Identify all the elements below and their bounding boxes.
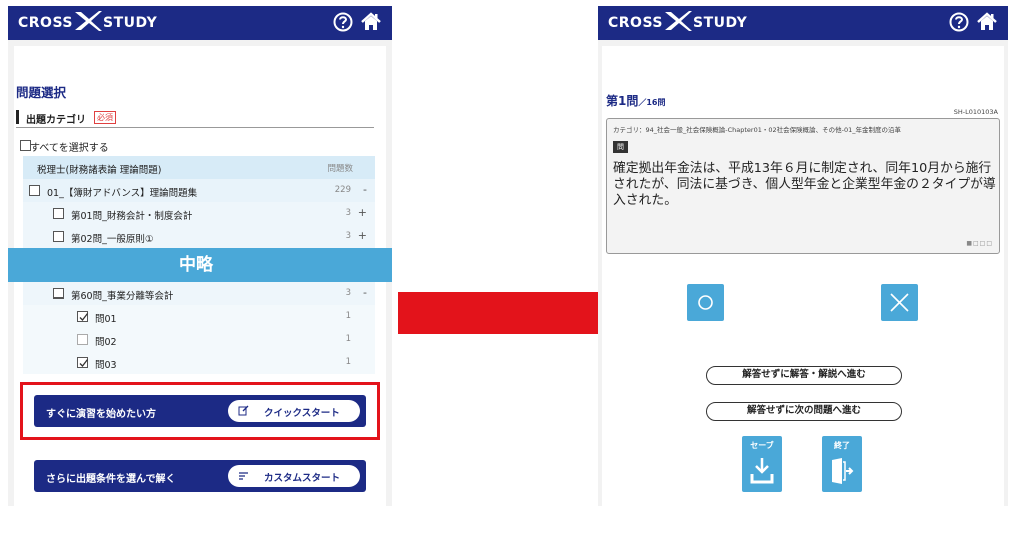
app-header: CROSS STUDY <box>8 6 392 40</box>
question-total: ／16問 <box>638 98 666 107</box>
row-label: 第60問_事業分離等会計 <box>71 291 174 302</box>
custom-start-text: さらに出題条件を選んで解く <box>46 474 176 485</box>
question-text: 確定拠出年金法は、平成13年６月に制定され、同年10月から施行されたが、同法に基… <box>613 161 996 208</box>
row-count: 1 <box>345 357 351 367</box>
logo-x-icon <box>665 11 692 31</box>
tree-header-name: 税理士(財務諸表論 理論問題) <box>37 165 162 176</box>
tree-header-count: 問題数 <box>327 164 353 174</box>
custom-start-button[interactable]: カスタムスタート <box>228 465 360 487</box>
answer-false-button[interactable] <box>881 284 918 321</box>
row-count: 1 <box>345 334 351 344</box>
row-label: 第02問_一般原則① <box>71 234 154 245</box>
custom-start-row: さらに出題条件を選んで解く カスタムスタート <box>34 460 366 492</box>
row-label: 第01問_財務会計・制度会計 <box>71 211 193 222</box>
logo-text-right: STUDY <box>693 15 748 31</box>
exit-button[interactable]: 終了 <box>822 436 862 492</box>
question-id: SH-L010103A <box>953 108 998 116</box>
skip-to-answer-button[interactable]: 解答せずに解答・解説へ進む <box>706 366 902 385</box>
row-toggle[interactable]: + <box>358 229 367 242</box>
exit-door-icon <box>832 458 854 484</box>
checked-checkbox[interactable] <box>77 357 89 368</box>
cross-study-logo[interactable]: CROSS STUDY <box>18 11 158 32</box>
tree-header: 税理士(財務諸表論 理論問題) 問題数 <box>23 156 375 179</box>
question-box: カテゴリ：94_社会一般_社会保険概論-Chapter01・02社会保険概論、そ… <box>606 118 1000 254</box>
tree-row[interactable]: 01_【簿財アドバンス】理論問題集 229 - <box>23 179 375 202</box>
row-checkbox[interactable] <box>29 185 40 196</box>
row-label: 01_【簿財アドバンス】理論問題集 <box>47 188 198 199</box>
circle-icon <box>698 295 713 310</box>
question-badge: 問 <box>613 141 628 153</box>
tree-row[interactable]: 第01問_財務会計・制度会計 3 + <box>23 202 375 225</box>
home-icon[interactable] <box>976 11 998 33</box>
row-count: 1 <box>345 311 351 321</box>
quick-start-button[interactable]: クイックスタート <box>228 400 360 422</box>
row-toggle[interactable]: + <box>358 206 367 219</box>
answer-true-button[interactable] <box>687 284 724 321</box>
tree-row[interactable]: 問02 1 <box>23 328 375 351</box>
save-button[interactable]: セーブ <box>742 436 782 492</box>
row-label: 問02 <box>95 337 117 348</box>
help-circle-icon[interactable] <box>332 11 354 33</box>
question-select-screen: CROSS STUDY 問題選択 出題カテゴリ 必須 すべてを選択する 税理士(… <box>8 6 392 506</box>
question-number-text: 第1問 <box>606 94 639 108</box>
question-card <box>602 46 1004 506</box>
required-badge: 必須 <box>94 111 116 124</box>
omission-banner: 中略 <box>8 248 392 282</box>
row-label: 問01 <box>95 314 117 325</box>
logo-text-left: CROSS <box>608 15 663 31</box>
filter-icon <box>239 472 248 480</box>
quick-start-label: クイックスタート <box>264 408 340 419</box>
logo-x-icon <box>75 11 102 31</box>
edit-icon <box>238 405 249 416</box>
save-label: セーブ <box>750 441 774 450</box>
exit-label: 終了 <box>834 441 850 450</box>
row-count: 3 <box>345 288 351 298</box>
logo-text-left: CROSS <box>18 15 73 31</box>
select-all-label: すべてを選択する <box>30 143 109 154</box>
row-count: 3 <box>345 231 351 241</box>
row-count: 229 <box>334 185 351 195</box>
row-count: 3 <box>345 208 351 218</box>
download-icon <box>750 458 774 484</box>
row-toggle[interactable]: - <box>363 183 367 196</box>
row-checkbox[interactable] <box>77 334 88 345</box>
tree-row[interactable]: 問03 1 <box>23 351 375 374</box>
row-checkbox[interactable] <box>53 231 64 242</box>
question-screen: CROSS STUDY 第1問／16問 SH-L010103A カテゴリ：94_… <box>598 6 1008 506</box>
checked-checkbox[interactable] <box>77 311 89 322</box>
help-circle-icon[interactable] <box>948 11 970 33</box>
question-number: 第1問／16問 <box>606 92 666 109</box>
tree-row[interactable]: 第02問_一般原則① 3 + <box>23 225 375 248</box>
home-icon[interactable] <box>360 11 382 33</box>
check-icon <box>79 359 89 367</box>
cross-study-logo[interactable]: CROSS STUDY <box>608 11 748 32</box>
page-indicator: ■□□□ <box>966 240 993 247</box>
row-checkbox[interactable] <box>53 208 64 219</box>
row-label: 問03 <box>95 360 117 371</box>
custom-start-label: カスタムスタート <box>264 473 341 484</box>
row-toggle[interactable]: - <box>363 286 367 299</box>
section-title: 問題選択 <box>16 85 67 100</box>
check-icon <box>79 313 89 321</box>
quick-start-row: すぐに演習を始めたい方 クイックスタート <box>34 395 366 427</box>
quick-start-text: すぐに演習を始めたい方 <box>46 409 156 420</box>
row-checkbox[interactable] <box>53 288 64 299</box>
category-label: 出題カテゴリ <box>26 115 86 126</box>
tree-row[interactable]: 問01 1 <box>23 305 375 328</box>
logo-text-right: STUDY <box>103 15 158 31</box>
app-header: CROSS STUDY <box>598 6 1008 40</box>
category-header: 出題カテゴリ 必須 <box>16 108 374 128</box>
skip-to-next-button[interactable]: 解答せずに次の問題へ進む <box>706 402 902 421</box>
question-category: カテゴリ：94_社会一般_社会保険概論-Chapter01・02社会保険概論、そ… <box>613 126 902 134</box>
cross-icon <box>890 293 909 312</box>
category-marker <box>16 110 19 124</box>
tree-row[interactable]: 第60問_事業分離等会計 3 - <box>23 282 375 305</box>
